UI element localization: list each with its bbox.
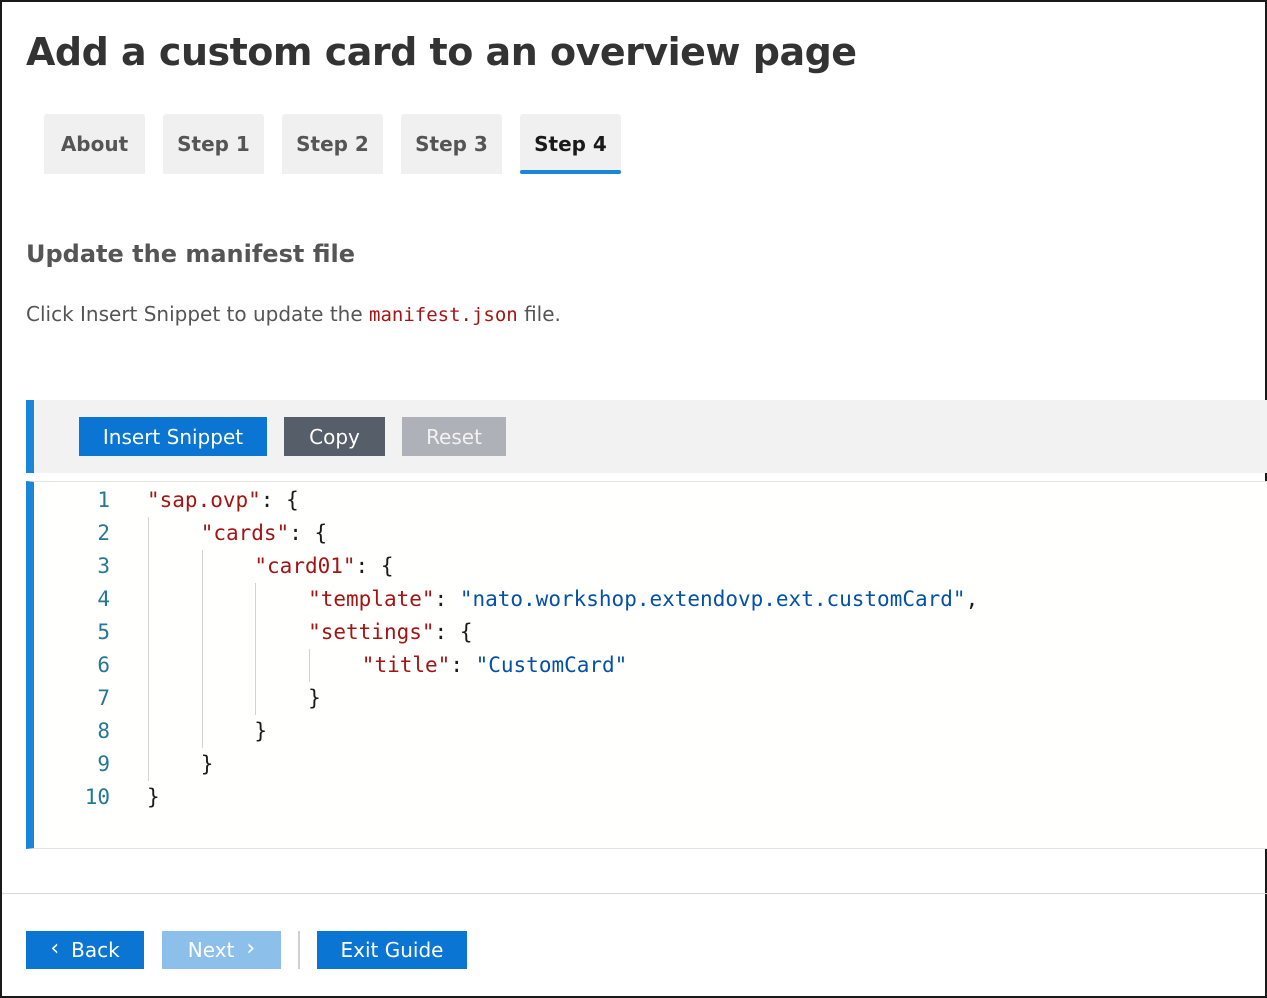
line-content: "settings": { (308, 616, 472, 649)
instruction-before: Click Insert Snippet to update the (26, 302, 369, 326)
code-line: 4 "template": "nato.workshop.extendovp.ex… (34, 583, 1267, 616)
line-number: 10 (84, 785, 110, 809)
line-number: 2 (97, 521, 110, 545)
json-string: "nato.workshop.extendovp.ext.customCard" (459, 587, 966, 611)
tab-step-1[interactable]: Step 1 (163, 114, 264, 174)
line-content: } (147, 781, 160, 814)
line-content: "sap.ovp": { (147, 484, 299, 517)
code-line: 5 "settings": { (34, 616, 1267, 649)
back-label: Back (71, 938, 120, 962)
instruction-after: file. (517, 302, 561, 326)
snippet-toolbar: Insert Snippet Copy Reset (26, 400, 1267, 473)
manifest-file-name: manifest.json (369, 304, 518, 326)
json-punctuation: } (254, 719, 268, 743)
tab-about[interactable]: About (44, 114, 145, 174)
line-content: "title": "CustomCard" (362, 649, 628, 682)
step-tabs: About Step 1 Step 2 Step 3 Step 4 (44, 114, 621, 174)
line-number: 8 (97, 719, 110, 743)
line-content: "card01": { (254, 550, 393, 583)
indent-guide (201, 550, 203, 748)
guide-window: Add a custom card to an overview page Ab… (0, 0, 1267, 998)
code-line: 3 "card01": { (34, 550, 1267, 583)
line-number: 4 (97, 587, 110, 611)
indent-guide (309, 649, 311, 682)
back-button[interactable]: ‹ Back (26, 931, 144, 969)
line-number: 9 (97, 752, 110, 776)
line-number: 7 (97, 686, 110, 710)
code-line: 9} (34, 748, 1267, 781)
next-button[interactable]: Next › (162, 931, 281, 969)
json-punctuation: } (308, 686, 321, 710)
code-line: 10} (34, 781, 1267, 814)
copy-button[interactable]: Copy (284, 417, 385, 456)
json-key: "settings" (308, 620, 435, 644)
next-label: Next (187, 938, 235, 962)
line-number: 6 (97, 653, 110, 677)
line-content: "template": "nato.workshop.extendovp.ext… (308, 583, 978, 616)
json-punctuation: : { (355, 554, 394, 578)
json-punctuation: , (965, 587, 979, 611)
code-editor[interactable]: 1 "sap.ovp": {2 "cards": {3 "card01": {4 "te… (26, 481, 1267, 849)
code-line: 6 "title": "CustomCard" (34, 649, 1267, 682)
json-punctuation: : { (289, 521, 328, 545)
footer-divider (2, 893, 1267, 894)
line-number: 1 (97, 488, 110, 512)
line-number: 3 (97, 554, 110, 578)
json-key: "sap.ovp" (147, 488, 261, 512)
chevron-right-icon: › (246, 936, 256, 961)
tab-label: About (60, 132, 129, 156)
json-punctuation: } (200, 752, 214, 776)
tab-label: Step 3 (415, 132, 488, 156)
line-content: } (308, 682, 321, 715)
json-key: "title" (361, 653, 451, 677)
json-key: "cards" (200, 521, 290, 545)
tab-step-4[interactable]: Step 4 (520, 114, 621, 174)
tab-label: Step 4 (534, 132, 607, 156)
insert-snippet-button[interactable]: Insert Snippet (79, 417, 267, 456)
indent-guide (255, 583, 257, 715)
indent-guide (148, 517, 149, 781)
json-punctuation: : (450, 653, 476, 677)
tab-step-3[interactable]: Step 3 (401, 114, 502, 174)
json-punctuation: } (147, 785, 160, 809)
code-line: 1 "sap.ovp": { (34, 484, 1267, 517)
json-punctuation: : (434, 587, 460, 611)
instruction-text: Click Insert Snippet to update the manif… (26, 302, 561, 326)
json-string: "CustomCard" (475, 653, 628, 677)
code-line: 8} (34, 715, 1267, 748)
line-content: } (201, 748, 214, 781)
nav-separator (298, 931, 300, 969)
section-title: Update the manifest file (26, 240, 355, 268)
chevron-left-icon: ‹ (50, 936, 60, 961)
tab-step-2[interactable]: Step 2 (282, 114, 383, 174)
tab-label: Step 2 (296, 132, 369, 156)
code-line: 2 "cards": { (34, 517, 1267, 550)
json-key: "card01" (254, 554, 356, 578)
page-title: Add a custom card to an overview page (26, 30, 857, 74)
line-content: "cards": { (201, 517, 327, 550)
line-number: 5 (97, 620, 110, 644)
code-line: 7} (34, 682, 1267, 715)
exit-guide-button[interactable]: Exit Guide (317, 931, 467, 969)
json-punctuation: : { (260, 488, 299, 512)
json-key: "template" (308, 587, 435, 611)
tab-label: Step 1 (177, 132, 250, 156)
reset-button[interactable]: Reset (402, 417, 506, 456)
json-punctuation: : { (434, 620, 473, 644)
line-content: } (254, 715, 267, 748)
